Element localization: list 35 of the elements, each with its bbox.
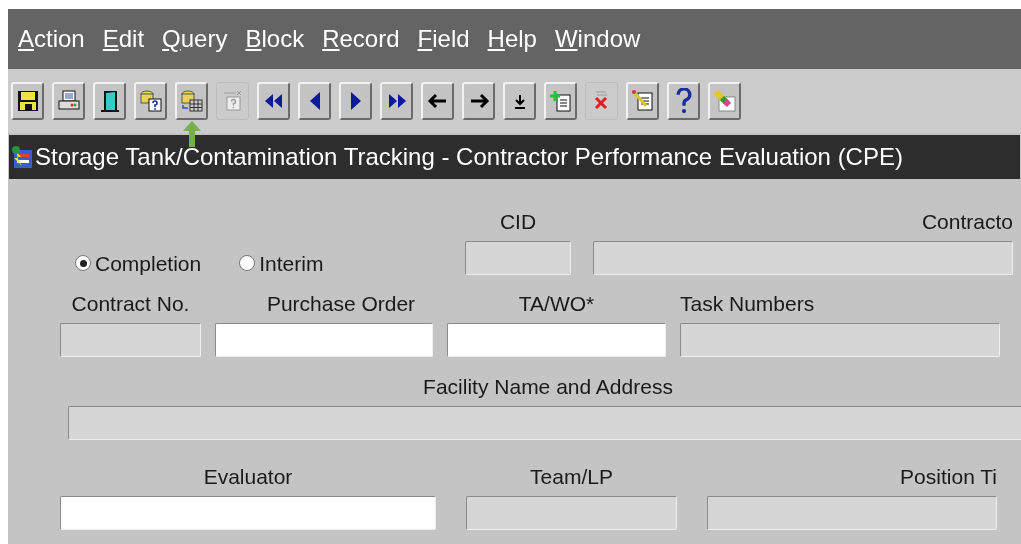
app-icon	[11, 145, 33, 169]
menu-item[interactable]: Help	[487, 21, 537, 57]
menu-item[interactable]: Action	[18, 21, 85, 57]
radio-button[interactable]: Completion	[75, 247, 202, 279]
help-icon	[675, 88, 692, 114]
left-triangle-icon	[309, 92, 320, 110]
field-label: Contracto	[921, 211, 1013, 232]
save-icon	[15, 89, 40, 113]
window-title: Storage Tank/Contamination Tracking - Contractor Performance Evaluation (CPE)	[35, 142, 903, 172]
eraser-icon	[712, 89, 737, 113]
input-field[interactable]	[447, 323, 666, 357]
menu-item[interactable]: Record	[322, 21, 400, 57]
field-label: Task Numbers	[680, 293, 815, 314]
field-label: Purchase Order	[266, 293, 416, 314]
menu-item[interactable]: Query	[162, 21, 228, 57]
field-label: Team/LP	[530, 466, 613, 487]
menu-item[interactable]: Window	[554, 21, 641, 57]
right-triangle-icon	[350, 92, 361, 110]
field-label: Position Ti	[900, 466, 997, 487]
menu-item[interactable]: Field	[417, 21, 470, 57]
field-label: TA/WO*	[518, 293, 595, 314]
field-label: Evaluator	[203, 466, 293, 487]
field-label: Contract No.	[71, 293, 190, 314]
menu-item[interactable]: Block	[245, 21, 305, 57]
field-label: Facility Name and Address	[423, 376, 673, 397]
menu-item[interactable]: Edit	[102, 21, 145, 57]
add-record-icon	[548, 89, 573, 113]
database-query-icon	[138, 89, 163, 113]
radio-button[interactable]: Interim	[239, 247, 324, 279]
input-field[interactable]	[60, 496, 436, 530]
printer-icon	[56, 89, 81, 113]
field-label: CID	[499, 211, 537, 232]
edit-document-icon	[630, 89, 655, 113]
database-grid-icon	[179, 89, 204, 113]
input-field[interactable]	[215, 323, 433, 357]
